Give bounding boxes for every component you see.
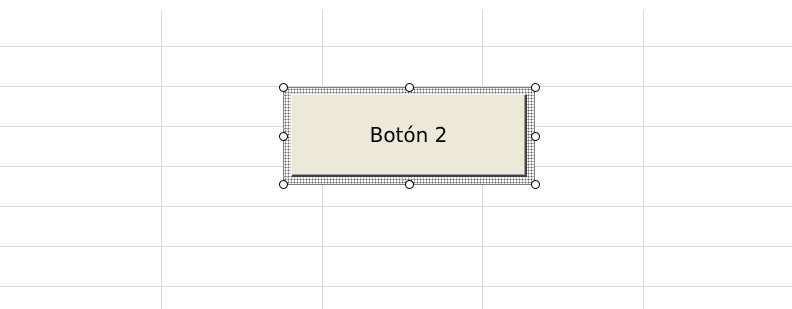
form-control-button[interactable]: Botón 2: [291, 94, 527, 177]
row-gridline: [0, 206, 792, 207]
column-gridline: [161, 10, 162, 309]
resize-handle-top-center[interactable]: [405, 83, 414, 92]
resize-handle-bottom-left[interactable]: [279, 180, 288, 189]
spreadsheet-grid: Botón 2: [0, 0, 792, 309]
button-label: Botón 2: [369, 123, 448, 147]
resize-handle-top-left[interactable]: [279, 83, 288, 92]
resize-handle-bottom-center[interactable]: [405, 180, 414, 189]
resize-handle-bottom-right[interactable]: [531, 180, 540, 189]
row-gridline: [0, 246, 792, 247]
resize-handle-top-right[interactable]: [531, 83, 540, 92]
row-gridline: [0, 46, 792, 47]
column-gridline: [643, 10, 644, 309]
row-gridline: [0, 286, 792, 287]
resize-handle-middle-left[interactable]: [279, 132, 288, 141]
resize-handle-middle-right[interactable]: [531, 132, 540, 141]
